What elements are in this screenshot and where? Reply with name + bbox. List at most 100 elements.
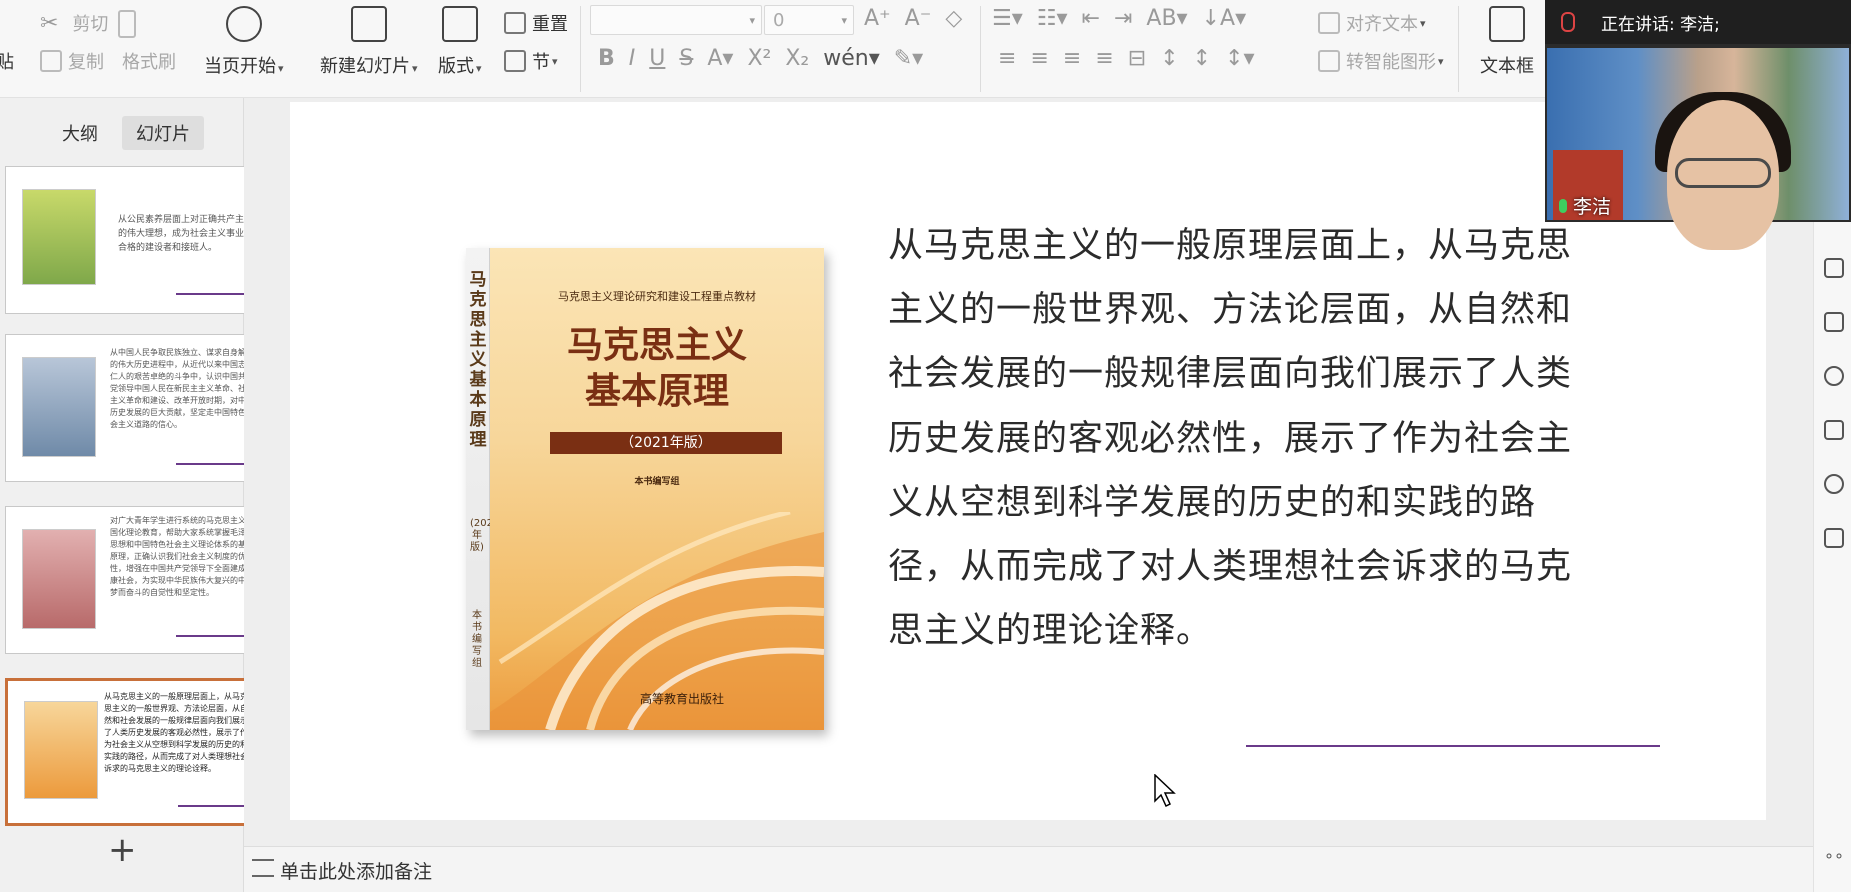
robot-icon[interactable] [1824,420,1844,440]
bullet-list-icon[interactable]: ☰▾ [992,6,1023,31]
muted-mic-icon[interactable] [1561,12,1575,32]
phonetic-guide-icon[interactable]: wén▾ [823,46,880,71]
format-painter-button[interactable]: 格式刷 [122,48,176,74]
new-slide-button[interactable]: 新建幻灯片 ▾ [320,6,418,78]
book-publisher: 高等教育出版社 [640,692,725,706]
section-icon [504,50,526,72]
box-icon[interactable] [1824,528,1844,548]
help-icon[interactable] [1824,366,1844,386]
reset-icon [504,12,526,34]
video-person-glasses [1675,158,1771,188]
divider [580,6,581,92]
book-edition: （2021年版） [550,432,782,454]
copy-label: 复制 [68,52,104,73]
justify-icon[interactable]: ≡ [1095,46,1113,71]
font-color-icon[interactable]: A▾ [707,46,733,71]
book-title: 马克思主义 基本原理 [490,322,824,414]
paragraph-spacing-icon[interactable]: ↕ [1193,46,1211,71]
book-cover-image [22,529,96,629]
bold-icon[interactable]: B [598,46,615,71]
cut-button[interactable]: ✂ 剪切 [40,10,108,36]
reset-button[interactable]: 重置 [504,10,568,36]
numbered-list-icon[interactable]: ☷▾ [1037,6,1068,31]
increase-font-icon[interactable]: A⁺ [864,6,891,31]
settings-icon[interactable] [1824,474,1844,494]
subscript-icon[interactable]: X₂ [785,46,809,71]
book-cover-image [22,357,96,457]
mic-active-icon [1559,199,1567,213]
strikethrough-icon[interactable]: S [679,46,693,71]
smart-art-button[interactable]: 转智能图形 ▾ [1318,48,1444,74]
chevron-down-icon: ▾ [841,14,847,27]
section-button[interactable]: 节 ▾ [504,48,558,74]
textbox-icon [1489,6,1525,42]
notes-bar[interactable]: 单击此处添加备注 [244,846,1813,892]
speaker-header: 正在讲话: 李洁; [1545,0,1851,44]
line-spacing-icon[interactable]: ↕ [1160,46,1178,71]
section-label: 节 [532,52,550,73]
book-spine: 马克思主义基本原理 (2021年版) 本书编写组 [466,248,499,730]
highlight-icon[interactable]: ✎▾ [894,46,923,71]
slide-thumbnail-4[interactable]: 从马克思主义的一般原理层面上，从马克思主义的一般世界观、方法论层面，从自然和社会… [5,678,259,826]
decrease-indent-icon[interactable]: ⇤ [1082,6,1100,31]
font-size-value: 0 [773,10,785,31]
speaking-indicator: 正在讲话: 李洁; [1601,15,1720,35]
play-icon [225,6,262,42]
brush-icon [118,10,136,38]
book-front: 马克思主义理论研究和建设工程重点教材 马克思主义 基本原理 （2021年版） 本… [490,248,824,730]
format-painter-icon-wrap [118,10,142,38]
paste-button[interactable]: 贴 [0,48,14,74]
align-right-icon[interactable]: ≡ [1063,46,1081,71]
increase-indent-icon[interactable]: ⇥ [1114,6,1132,31]
mouse-cursor-icon [1154,774,1176,808]
smart-art-label: 转智能图形 [1346,52,1436,73]
slide-thumbnail-2[interactable]: 从中国人民争取民族独立、谋求自身解放的伟大历史进程中，从近代以来中国志士仁人的艰… [5,334,259,482]
tab-slides[interactable]: 幻灯片 [122,116,204,150]
book-cover-image [24,701,98,799]
align-text-button[interactable]: 对齐文本 ▾ [1318,10,1426,36]
slide-body-text[interactable]: 从马克思主义的一般原理层面上，从马克思主义的一般世界观、方法论层面，从自然和社会… [888,214,1588,663]
thumbnail-text: 从公民素养层面上对正确共产主义的伟大理想，成为社会主义事业的合格的建设者和接班人… [118,215,254,253]
list-controls: ☰▾ ☷▾ ⇤ ⇥ AB▾ ↓A▾ [992,6,1260,31]
slide-thumbnail-panel: 大纲 幻灯片 从公民素养层面上对正确共产主义的伟大理想，成为社会主义事业的合格的… [0,98,282,892]
font-size-select[interactable]: 0 ▾ [764,5,854,35]
slide-thumbnail-1[interactable]: 从公民素养层面上对正确共产主义的伟大理想，成为社会主义事业的合格的建设者和接班人… [5,166,259,314]
thumbnail-text: 对广大青年学生进行系统的马克思主义中国化理论教育，帮助大家系统掌握毛泽东思想和中… [110,516,254,597]
font-size-controls: A⁺ A⁻ ◇ [864,6,976,31]
tab-outline[interactable]: 大纲 [48,116,112,150]
text-direction-icon[interactable]: AB▾ [1146,6,1187,31]
spacing-options-icon[interactable]: ↕▾ [1225,46,1254,71]
layout-label: 版式 [438,56,474,77]
font-name-select[interactable]: ▾ [590,5,762,35]
italic-icon[interactable]: I [629,46,636,71]
chevron-down-icon: ▾ [749,14,755,27]
book-editors: 本书编写组 [634,477,680,487]
participant-name-tag: 李洁 [1559,192,1611,219]
textbox-button[interactable]: 文本框 [1480,6,1534,78]
distribute-icon[interactable]: ⊟ [1128,46,1146,71]
decrease-font-icon[interactable]: A⁻ [905,6,932,31]
view-tabs: 大纲 幻灯片 [48,116,204,150]
star-icon[interactable] [1824,258,1844,278]
slide-thumbnail-3[interactable]: 对广大青年学生进行系统的马克思主义中国化理论教育，帮助大家系统掌握毛泽东思想和中… [5,506,259,654]
align-center-icon[interactable]: ≡ [1030,46,1048,71]
copy-button[interactable]: 复制 [40,48,104,74]
add-slide-button[interactable]: + [108,830,137,870]
play-current-button[interactable]: 当页开始 ▾ [204,6,284,78]
play-current-label: 当页开始 [204,56,276,77]
notes-placeholder[interactable]: 单击此处添加备注 [280,857,432,884]
cut-label: 剪切 [72,14,109,35]
layout-button[interactable]: 版式 ▾ [438,6,482,78]
align-left-icon[interactable]: ≡ [998,46,1016,71]
clear-format-icon[interactable]: ◇ [945,6,962,31]
sort-icon[interactable]: ↓A▾ [1202,6,1247,31]
textbox-label: 文本框 [1480,56,1534,77]
font-style-controls: B I U S A▾ X² X₂ wén▾ ✎▾ [598,46,937,71]
align-text-label: 对齐文本 [1346,14,1418,35]
new-slide-label: 新建幻灯片 [320,56,410,77]
meeting-video-overlay: 正在讲话: 李洁; 李洁 [1545,0,1851,250]
underline-icon[interactable]: U [649,46,665,71]
more-icon[interactable]: ∘∘ [1824,846,1844,866]
superscript-icon[interactable]: X² [747,46,771,71]
slide-icon[interactable] [1824,312,1844,332]
